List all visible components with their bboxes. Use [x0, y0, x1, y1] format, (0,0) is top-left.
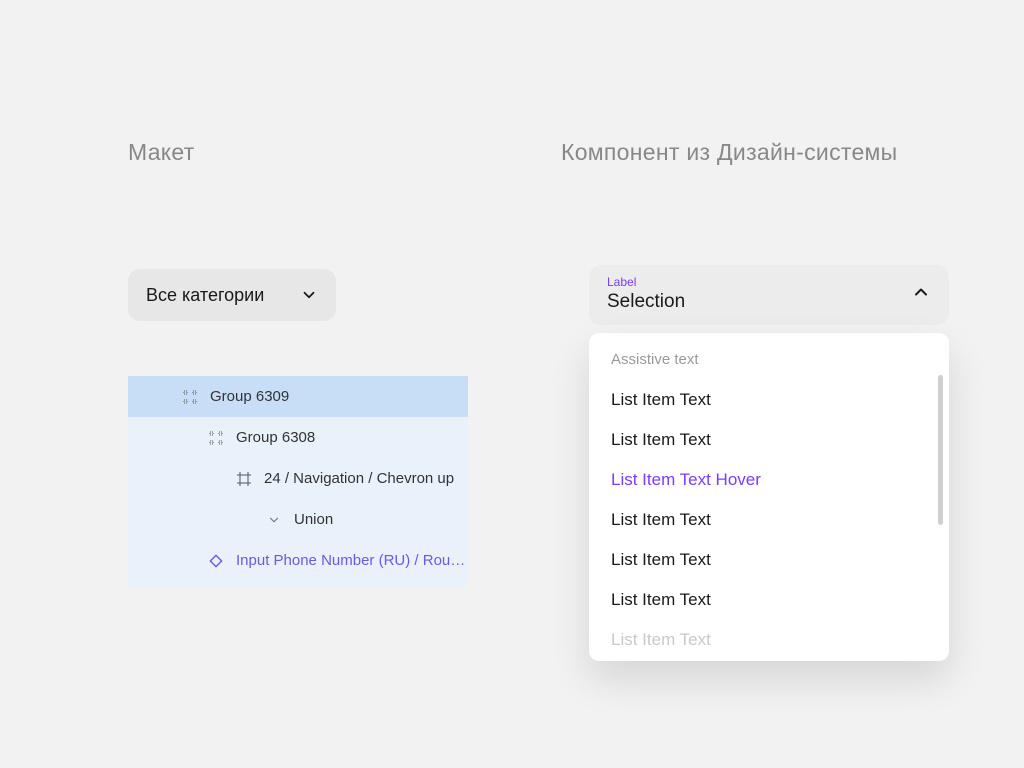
chevron-up-icon: [911, 282, 931, 307]
select-component: Label Selection Assistive text List Item…: [589, 265, 949, 661]
select-assistive-text: Assistive text: [611, 351, 927, 368]
select-label: Label: [607, 275, 685, 289]
layer-row[interactable]: Group 6308: [128, 417, 468, 458]
select-menu: Assistive text List Item TextList Item T…: [589, 333, 949, 661]
group-icon: [182, 389, 198, 405]
list-item[interactable]: List Item Text: [611, 500, 927, 540]
layer-row[interactable]: Input Phone Number (RU) / Rou…: [128, 540, 468, 581]
list-item[interactable]: List Item Text: [611, 540, 927, 580]
scrollbar-thumb[interactable]: [938, 375, 943, 525]
layer-label: Input Phone Number (RU) / Rou…: [236, 552, 465, 569]
group-icon: [208, 430, 224, 446]
select-trigger[interactable]: Label Selection: [589, 265, 949, 325]
select-value: Selection: [607, 291, 685, 313]
section-title-left: Макет: [128, 139, 195, 166]
vector-icon: [266, 512, 282, 528]
chevron-down-icon: [300, 286, 318, 304]
section-title-right: Компонент из Дизайн-системы: [561, 139, 897, 166]
list-item[interactable]: List Item Text: [611, 380, 927, 420]
layer-row[interactable]: Union: [128, 499, 468, 540]
list-item[interactable]: List Item Text: [611, 420, 927, 460]
layer-row[interactable]: 24 / Navigation / Chevron up: [128, 458, 468, 499]
layer-label: Group 6308: [236, 429, 315, 446]
list-item[interactable]: List Item Text Hover: [611, 460, 927, 500]
category-dropdown[interactable]: Все категории: [128, 269, 336, 321]
layer-row[interactable]: Group 6309: [128, 376, 468, 417]
instance-icon: [208, 553, 224, 569]
layer-label: 24 / Navigation / Chevron up: [264, 470, 454, 487]
list-item[interactable]: List Item Text: [611, 620, 927, 660]
layer-label: Group 6309: [210, 388, 289, 405]
category-dropdown-label: Все категории: [146, 285, 264, 306]
list-item[interactable]: List Item Text: [611, 580, 927, 620]
frame-icon: [236, 471, 252, 487]
layer-label: Union: [294, 511, 333, 528]
layers-panel: Group 6309 Group 6308 24 / Navigation / Ch…: [128, 376, 468, 587]
